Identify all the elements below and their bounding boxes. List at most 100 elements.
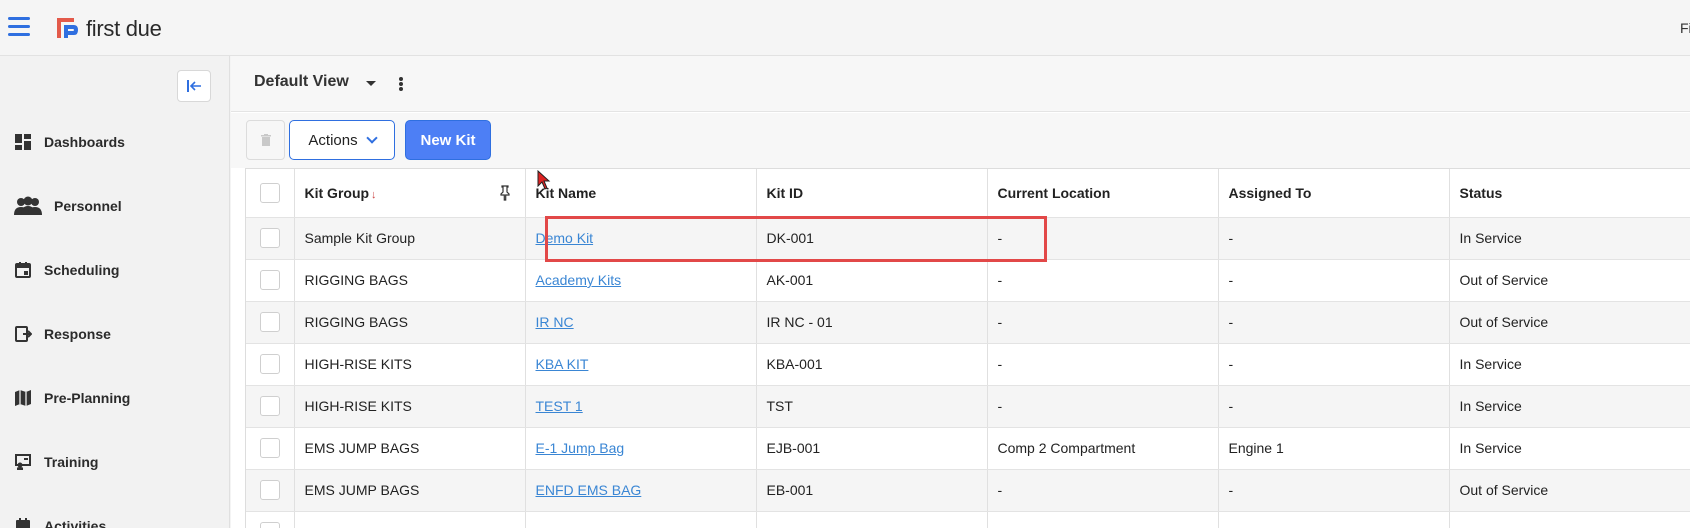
collapse-sidebar-button[interactable] — [177, 70, 211, 102]
assigned-to-cell: - — [1218, 343, 1450, 386]
sidebar-item-training[interactable]: Training — [12, 442, 98, 482]
sidebar: Dashboards Personnel Scheduling Response… — [0, 56, 230, 528]
kit-name-link[interactable]: IR NC — [536, 314, 574, 330]
caret-down-icon[interactable] — [366, 81, 376, 86]
column-header-kit-id[interactable]: Kit ID — [756, 169, 988, 218]
assigned-to-cell: - — [1218, 259, 1450, 302]
row-checkbox[interactable] — [259, 480, 280, 500]
response-icon — [12, 323, 34, 345]
sidebar-item-label: Dashboards — [44, 134, 125, 150]
kit-id-cell: KBA-001 — [756, 343, 988, 386]
current-location-cell: - — [987, 469, 1219, 512]
kit-id-cell: TST — [756, 385, 988, 428]
row-checkbox[interactable] — [259, 354, 280, 374]
kit-id-cell: EJB-001 — [756, 427, 988, 470]
kit-name-link[interactable]: E-1 Jump Bag — [536, 440, 625, 456]
kit-group-cell: RIGGING BAGS — [294, 301, 526, 344]
trash-icon — [260, 134, 271, 146]
kit-group-cell — [294, 511, 526, 528]
top-right-label[interactable]: Fi — [1680, 20, 1690, 36]
calendar-icon — [12, 259, 34, 281]
column-header-status[interactable]: Status — [1449, 169, 1690, 218]
row-select-cell — [246, 343, 295, 386]
kit-name-link[interactable]: KBA KIT — [536, 356, 589, 372]
kit-name-cell — [525, 511, 757, 528]
kit-id-cell: AK-001 — [756, 259, 988, 302]
collapse-left-icon — [187, 80, 201, 92]
row-checkbox[interactable] — [259, 522, 280, 528]
view-header: Default View — [231, 56, 1690, 112]
current-location-cell: - — [987, 259, 1219, 302]
row-select-cell — [246, 469, 295, 512]
row-checkbox[interactable] — [259, 312, 280, 332]
table-header-row: Kit Group ↓ Kit Name Kit ID Current Locat… — [246, 169, 1690, 218]
new-kit-button[interactable]: New Kit — [405, 120, 491, 160]
actions-button[interactable]: Actions — [289, 120, 395, 160]
row-checkbox[interactable] — [259, 396, 280, 416]
kit-group-cell: RIGGING BAGS — [294, 259, 526, 302]
kit-name-cell: IR NC — [525, 301, 757, 344]
kit-group-cell: EMS JUMP BAGS — [294, 469, 526, 512]
row-checkbox[interactable] — [259, 270, 280, 290]
kit-name-cell: KBA KIT — [525, 343, 757, 386]
current-location-cell: - — [987, 217, 1219, 260]
first-due-logo-icon — [57, 18, 78, 38]
select-all-checkbox[interactable] — [259, 182, 280, 203]
assigned-to-cell: - — [1218, 385, 1450, 428]
assigned-to-cell: - — [1218, 217, 1450, 260]
column-header-kit-name[interactable]: Kit Name — [525, 169, 757, 218]
sidebar-item-personnel[interactable]: Personnel — [12, 186, 122, 226]
column-header-label: Kit Group — [304, 184, 370, 201]
hamburger-menu-icon[interactable] — [8, 17, 30, 37]
current-location-cell: - — [987, 343, 1219, 386]
top-bar: first due Fi — [0, 0, 1690, 56]
table-row: RIGGING BAGS IR NC IR NC - 01 - - Out of… — [246, 301, 1690, 344]
row-select-cell — [246, 511, 295, 528]
row-select-cell — [246, 385, 295, 428]
mouse-cursor-icon — [537, 170, 551, 190]
row-select-cell — [246, 259, 295, 302]
status-cell: Out of Service — [1449, 259, 1690, 302]
column-header-kit-group[interactable]: Kit Group ↓ — [294, 169, 526, 218]
sidebar-item-pre-planning[interactable]: Pre-Planning — [12, 378, 130, 418]
sidebar-item-activities[interactable]: Activities — [12, 506, 106, 528]
sidebar-item-label: Pre-Planning — [44, 390, 131, 406]
actions-button-label: Actions — [308, 131, 358, 149]
row-checkbox[interactable] — [259, 228, 280, 248]
kit-id-cell: EB-001 — [756, 469, 988, 512]
status-cell: Out of Service — [1449, 469, 1690, 512]
sidebar-item-response[interactable]: Response — [12, 314, 111, 354]
kit-group-cell: Sample Kit Group — [294, 217, 526, 260]
row-select-cell — [246, 427, 295, 470]
column-header-current-location[interactable]: Current Location — [987, 169, 1219, 218]
logo-text: first due — [86, 16, 162, 41]
table-row: HIGH-RISE KITS TEST 1 TST - - In Service — [246, 385, 1690, 428]
table-row: Sample Kit Group Demo Kit DK-001 - - In … — [246, 217, 1690, 260]
sidebar-item-scheduling[interactable]: Scheduling — [12, 250, 119, 290]
assigned-to-cell: - — [1218, 301, 1450, 344]
row-checkbox[interactable] — [259, 438, 280, 458]
row-select-cell — [246, 301, 295, 344]
delete-button[interactable] — [246, 120, 285, 160]
sidebar-item-label: Activities — [44, 518, 107, 528]
pin-icon[interactable] — [499, 185, 511, 201]
view-selector[interactable]: Default View — [254, 73, 349, 91]
current-location-cell: - — [987, 385, 1219, 428]
activities-icon — [12, 515, 34, 528]
kit-name-link[interactable]: Academy Kits — [536, 272, 622, 288]
status-cell: In Service — [1449, 385, 1690, 428]
sidebar-item-label: Scheduling — [44, 262, 120, 278]
assigned-to-cell — [1218, 511, 1450, 528]
status-cell: In Service — [1449, 217, 1690, 260]
kit-id-cell — [756, 511, 988, 528]
kit-id-cell: DK-001 — [756, 217, 988, 260]
kit-name-link[interactable]: TEST 1 — [536, 398, 583, 414]
sidebar-item-label: Training — [44, 454, 99, 470]
column-header-assigned-to[interactable]: Assigned To — [1218, 169, 1450, 218]
status-cell: Out of Service — [1449, 301, 1690, 344]
sidebar-item-dashboards[interactable]: Dashboards — [12, 122, 125, 162]
row-select-cell — [246, 217, 295, 260]
kit-name-link[interactable]: Demo Kit — [536, 230, 594, 246]
more-options-icon[interactable] — [396, 74, 406, 94]
kit-name-link[interactable]: ENFD EMS BAG — [536, 482, 642, 498]
